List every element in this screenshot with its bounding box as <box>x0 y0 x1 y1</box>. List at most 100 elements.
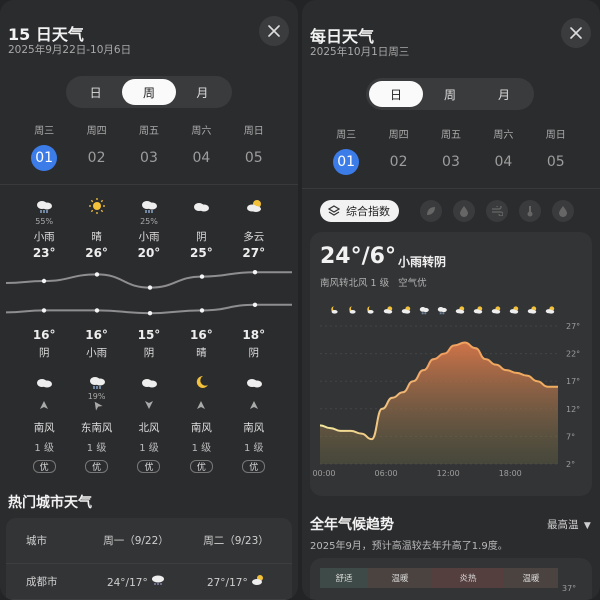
date-item[interactable]: 周五 03 <box>129 122 169 171</box>
close-icon <box>268 25 280 37</box>
day-condition: 小雨 <box>138 231 160 243</box>
temperature-area <box>320 342 558 464</box>
air-quality-badge: 优 <box>242 460 266 473</box>
air-quality-badge: 优 <box>137 460 161 473</box>
y-tick-label: 22° <box>566 350 580 359</box>
temp-point <box>147 311 153 316</box>
day-icon-wrap <box>87 196 107 216</box>
close-button[interactable] <box>561 18 591 48</box>
tab-day[interactable]: 日 <box>69 79 122 105</box>
air-quality-badge: 优 <box>85 460 109 473</box>
moon-cloud-icon <box>331 306 338 314</box>
day-condition: 多云 <box>243 231 265 243</box>
date-item[interactable]: 周六 04 <box>181 122 221 171</box>
high-temp: 23° <box>32 246 56 260</box>
weekday-label: 周五 <box>138 126 159 137</box>
moon-cloud-icon <box>349 306 356 314</box>
city-day1: 24°/17° <box>86 574 186 589</box>
night-forecast: 16° 阴 <box>24 328 64 402</box>
day-forecast: 25% 小雨 20° <box>129 196 169 260</box>
night-condition: 阴 <box>248 347 260 359</box>
date-item[interactable]: 周四 02 <box>379 126 419 175</box>
tab-week[interactable]: 周 <box>423 81 477 107</box>
sun-icon <box>88 198 105 214</box>
trend-metric-select[interactable]: 最高温 ▼ <box>547 517 591 532</box>
trend-description: 2025年9月，预计高温较去年升高了1.9度。 <box>310 541 508 552</box>
index-wind-button[interactable] <box>486 200 508 222</box>
temp-point <box>94 272 100 277</box>
wind-level: 1 级 <box>139 443 159 454</box>
climate-trend-card: 舒适 温暖 炎热 温暖 37° <box>310 558 592 600</box>
night-forecast: 15° 阴 <box>129 328 169 402</box>
day-forecast: 55% 小雨 23° <box>24 196 64 260</box>
wind-arrow-icon <box>249 401 258 409</box>
weather-condition: 小雨转阴 <box>398 255 447 269</box>
wind-direction: 南风 <box>33 422 55 434</box>
table-row[interactable]: 成都市 24°/17° 27°/17° <box>6 564 292 600</box>
sun-cloud-icon <box>246 200 261 212</box>
date-item[interactable]: 周三 01 <box>326 126 366 175</box>
night-forecast: 16° 小雨 19% <box>77 328 117 402</box>
date-number: 02 <box>87 150 106 166</box>
temp-point <box>41 308 47 313</box>
table-header: 城市 周一（9/22） 周二（9/23） <box>6 518 292 564</box>
low-temp: 15° <box>137 328 161 342</box>
date-item[interactable]: 周五 03 <box>431 126 471 175</box>
wind-icon <box>492 206 503 216</box>
drop-icon <box>460 206 468 217</box>
view-tabs: 日周月 <box>366 78 534 110</box>
date-item[interactable]: 周四 02 <box>77 122 117 171</box>
wind-level: 1 级 <box>191 443 212 454</box>
wind-arrow <box>196 400 206 416</box>
day-forecast: 晴 26° <box>77 196 117 260</box>
composite-index-chip[interactable]: 综合指数 <box>320 200 399 222</box>
cloud-rain-icon <box>37 201 53 213</box>
cloud-icon <box>246 379 262 388</box>
close-icon <box>570 27 582 39</box>
fifteen-day-panel: 15 日天气 2025年9月22日-10月6日 日周月 周三 01 周四 02 周五… <box>0 0 298 600</box>
index-leaf-button[interactable] <box>420 200 442 222</box>
date-item[interactable]: 周日 05 <box>234 122 274 171</box>
temp-point <box>252 270 258 275</box>
tab-month[interactable]: 月 <box>176 79 229 105</box>
date-item[interactable]: 周六 04 <box>483 126 523 175</box>
night-icon-wrap <box>191 372 211 392</box>
close-button[interactable] <box>259 16 289 46</box>
date-number: 02 <box>389 154 408 170</box>
hot-cities-title: 热门城市天气 <box>8 495 92 511</box>
tab-month[interactable]: 月 <box>477 81 531 107</box>
cloud-icon <box>141 379 157 388</box>
wind-arrow-icon <box>40 401 49 409</box>
wind-direction: 东南风 <box>80 422 113 434</box>
header-day1: 周一（9/22） <box>103 535 169 547</box>
tab-week[interactable]: 周 <box>122 79 176 105</box>
wind-row: 南风 1 级 优 东南风 1 级 优 北风 1 级 优 南风 1 级 优 南风 … <box>0 400 298 473</box>
night-icon-wrap <box>139 372 159 392</box>
wind-arrow <box>249 400 259 416</box>
date-number: 04 <box>192 150 211 166</box>
trend-metric-label: 最高温 <box>547 519 579 531</box>
index-humidity-button[interactable] <box>453 200 475 222</box>
wind-level: 1 级 <box>243 443 264 454</box>
date-item[interactable]: 周日 05 <box>536 126 576 175</box>
night-forecast: 16° 晴 <box>181 328 221 402</box>
city-day2-temp: 27°/17° <box>206 577 248 589</box>
daytime-row: 55% 小雨 23° 晴 26° 25% 小雨 20° 阴 25° 多云 27° <box>0 196 298 260</box>
wind-forecast: 东南风 1 级 优 <box>77 400 117 473</box>
layers-icon <box>328 205 340 216</box>
date-item[interactable]: 周三 01 <box>24 122 64 171</box>
high-temp-curve <box>5 271 292 289</box>
temp-point <box>199 308 205 313</box>
wind-forecast: 北风 1 级 优 <box>129 400 169 473</box>
wind-arrow-icon <box>144 401 153 409</box>
night-condition: 阴 <box>38 347 50 359</box>
night-condition: 晴 <box>196 347 207 359</box>
tab-day[interactable]: 日 <box>369 81 423 107</box>
index-temp-button[interactable] <box>519 200 541 222</box>
night-condition: 阴 <box>143 347 155 359</box>
day-icon-wrap <box>191 196 211 216</box>
high-temp: 25° <box>190 246 213 260</box>
temp-point <box>41 278 47 284</box>
night-row: 16° 阴 16° 小雨 19% 15° 阴 16° 晴 18° 阴 <box>0 328 298 402</box>
index-rain-button[interactable] <box>552 200 574 222</box>
